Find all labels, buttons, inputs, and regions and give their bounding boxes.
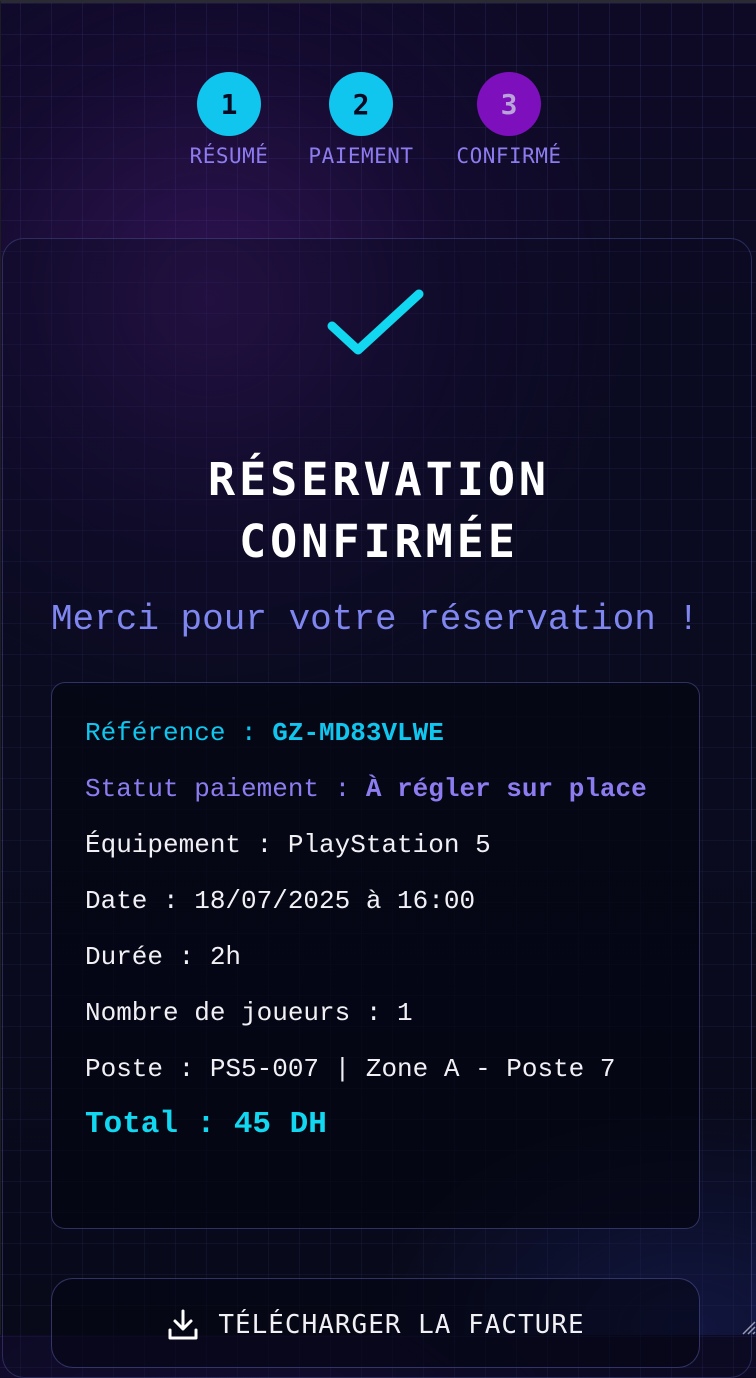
reference-label: Référence :: [85, 718, 273, 748]
equipment-row: Équipement : PlayStation 5: [85, 830, 491, 860]
download-invoice-label: TÉLÉCHARGER LA FACTURE: [218, 1310, 585, 1340]
thank-you-message: Merci pour votre réservation !: [50, 599, 700, 640]
total-row: Total : 45 DH: [85, 1107, 327, 1142]
resize-grip-icon[interactable]: [738, 1317, 756, 1335]
step-resume: 1 RÉSUMÉ: [186, 72, 272, 168]
payment-status-value: À régler sur place: [365, 774, 647, 804]
reference-row: Référence : GZ-MD83VLWE: [85, 713, 666, 753]
reference-value: GZ-MD83VLWE: [272, 718, 444, 748]
download-icon: [168, 1309, 198, 1340]
step-paiement: 2 PAIEMENT: [304, 72, 418, 168]
payment-status-row: Statut paiement : À régler sur place: [85, 769, 666, 809]
step-3-circle: 3: [477, 72, 541, 136]
title-line-1: RÉSERVATION: [207, 453, 550, 506]
progress-stepper: 1 RÉSUMÉ 2 PAIEMENT 3 CONFIRMÉ: [1, 72, 756, 182]
date-row: Date : 18/07/2025 à 16:00: [85, 886, 476, 916]
step-1-circle: 1: [197, 72, 261, 136]
step-3-label: CONFIRMÉ: [456, 144, 562, 168]
duration-row: Durée : 2h: [85, 942, 242, 972]
players-row: Nombre de joueurs : 1: [85, 998, 413, 1028]
reservation-details: Référence : GZ-MD83VLWE Statut paiement …: [51, 682, 700, 1229]
title-line-2: CONFIRMÉE: [239, 515, 519, 568]
step-confirme: 3 CONFIRMÉ: [452, 72, 566, 168]
step-2-circle: 2: [329, 72, 393, 136]
page-title: RÉSERVATION CONFIRMÉE: [1, 449, 756, 573]
step-1-label: RÉSUMÉ: [189, 144, 269, 168]
checkmark-icon: [327, 289, 424, 355]
download-button-content: TÉLÉCHARGER LA FACTURE: [166, 1307, 584, 1343]
station-row: Poste : PS5-007 | Zone A - Poste 7: [85, 1054, 616, 1084]
download-invoice-button[interactable]: TÉLÉCHARGER LA FACTURE: [51, 1278, 700, 1368]
step-2-label: PAIEMENT: [308, 144, 414, 168]
payment-status-label: Statut paiement :: [85, 774, 366, 804]
